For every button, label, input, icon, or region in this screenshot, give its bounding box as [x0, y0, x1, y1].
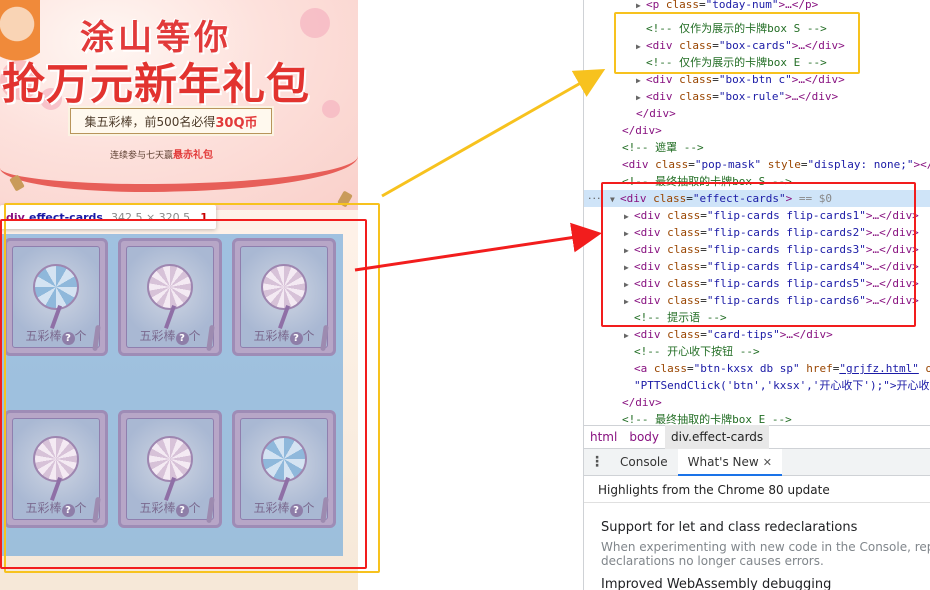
daily-reward-line: 连续参与七天赢悬赤礼包: [110, 146, 213, 161]
dom-close-tag[interactable]: </div>: [622, 394, 662, 411]
reward-highlight: 30Q币: [215, 115, 258, 131]
dom-node-pop-mask[interactable]: <div class="pop-mask" style="display: no…: [622, 156, 930, 173]
blossom-decoration: [322, 100, 340, 118]
dom-node-card-tips[interactable]: ▶ <div class="card-tips">…</div>: [624, 326, 833, 343]
blossom-decoration: [300, 8, 330, 38]
breadcrumb-html[interactable]: html: [584, 430, 623, 444]
whats-new-heading[interactable]: Support for let and class redeclarations: [601, 520, 857, 535]
dom-node-btn-kxsx-cont[interactable]: "PTTSendClick('btn','kxsx','开心收下');">开心收: [634, 377, 930, 394]
expand-triangle-icon[interactable]: ▶: [636, 72, 646, 89]
reward-info-bar: 集五彩棒，前500名必得 30Q币: [70, 108, 272, 134]
dom-close-tag[interactable]: </div>: [622, 122, 662, 139]
expand-triangle-icon[interactable]: ▶: [624, 327, 634, 344]
screenshot-root: 涂山等你 抢万元新年礼包 集五彩棒，前500名必得 30Q币 连续参与七天赢悬赤礼…: [0, 0, 930, 590]
arrow-red: [354, 222, 602, 272]
annotation-box-yellow: [614, 12, 860, 74]
tab-whats-new[interactable]: What's New ✕: [677, 448, 782, 476]
dom-close-tag[interactable]: </div>: [636, 105, 676, 122]
whats-new-heading[interactable]: Improved WebAssembly debugging: [601, 577, 831, 590]
whats-new-panel: Highlights from the Chrome 80 update Sup…: [584, 477, 930, 590]
daily-reward-highlight: 悬赤礼包: [173, 150, 214, 161]
annotation-box-red: [0, 219, 367, 569]
annotation-box-red: [601, 182, 916, 327]
dom-breadcrumb: html body div.effect-cards: [584, 425, 930, 449]
drawer-menu-icon[interactable]: ⋮: [584, 454, 610, 470]
drawer-tabbar: ⋮ Console What's New ✕: [584, 448, 930, 476]
daily-reward-text: 连续参与七天赢: [110, 151, 174, 161]
whats-new-description: When experimenting with new code in the …: [601, 540, 930, 568]
tab-console[interactable]: Console: [610, 449, 678, 476]
dom-comment[interactable]: <!-- 最终抽取的卡牌box E -->: [622, 411, 792, 425]
dom-node-box-rule[interactable]: ▶ <div class="box-rule">…</div>: [636, 88, 838, 105]
dom-comment[interactable]: <!-- 开心收下按钮 -->: [634, 343, 760, 360]
dom-node-btn-kxsx[interactable]: <a class="btn-kxsx db sp" href="grjfz.ht…: [634, 360, 930, 377]
whats-new-header: Highlights from the Chrome 80 update: [584, 477, 930, 503]
more-options-icon[interactable]: ···: [588, 190, 602, 207]
breadcrumb-body[interactable]: body: [623, 430, 665, 444]
close-icon[interactable]: ✕: [763, 456, 772, 469]
dom-comment[interactable]: <!-- 遮罩 -->: [622, 139, 704, 156]
expand-triangle-icon[interactable]: ▶: [636, 89, 646, 106]
reward-text: 集五彩棒，前500名必得: [84, 114, 216, 129]
arrow-yellow: [381, 69, 606, 198]
href-link[interactable]: "grjfz.html": [839, 362, 918, 375]
breadcrumb-effect-cards[interactable]: div.effect-cards: [665, 425, 770, 449]
banner-title-line2: 抢万元新年礼包: [2, 60, 310, 110]
